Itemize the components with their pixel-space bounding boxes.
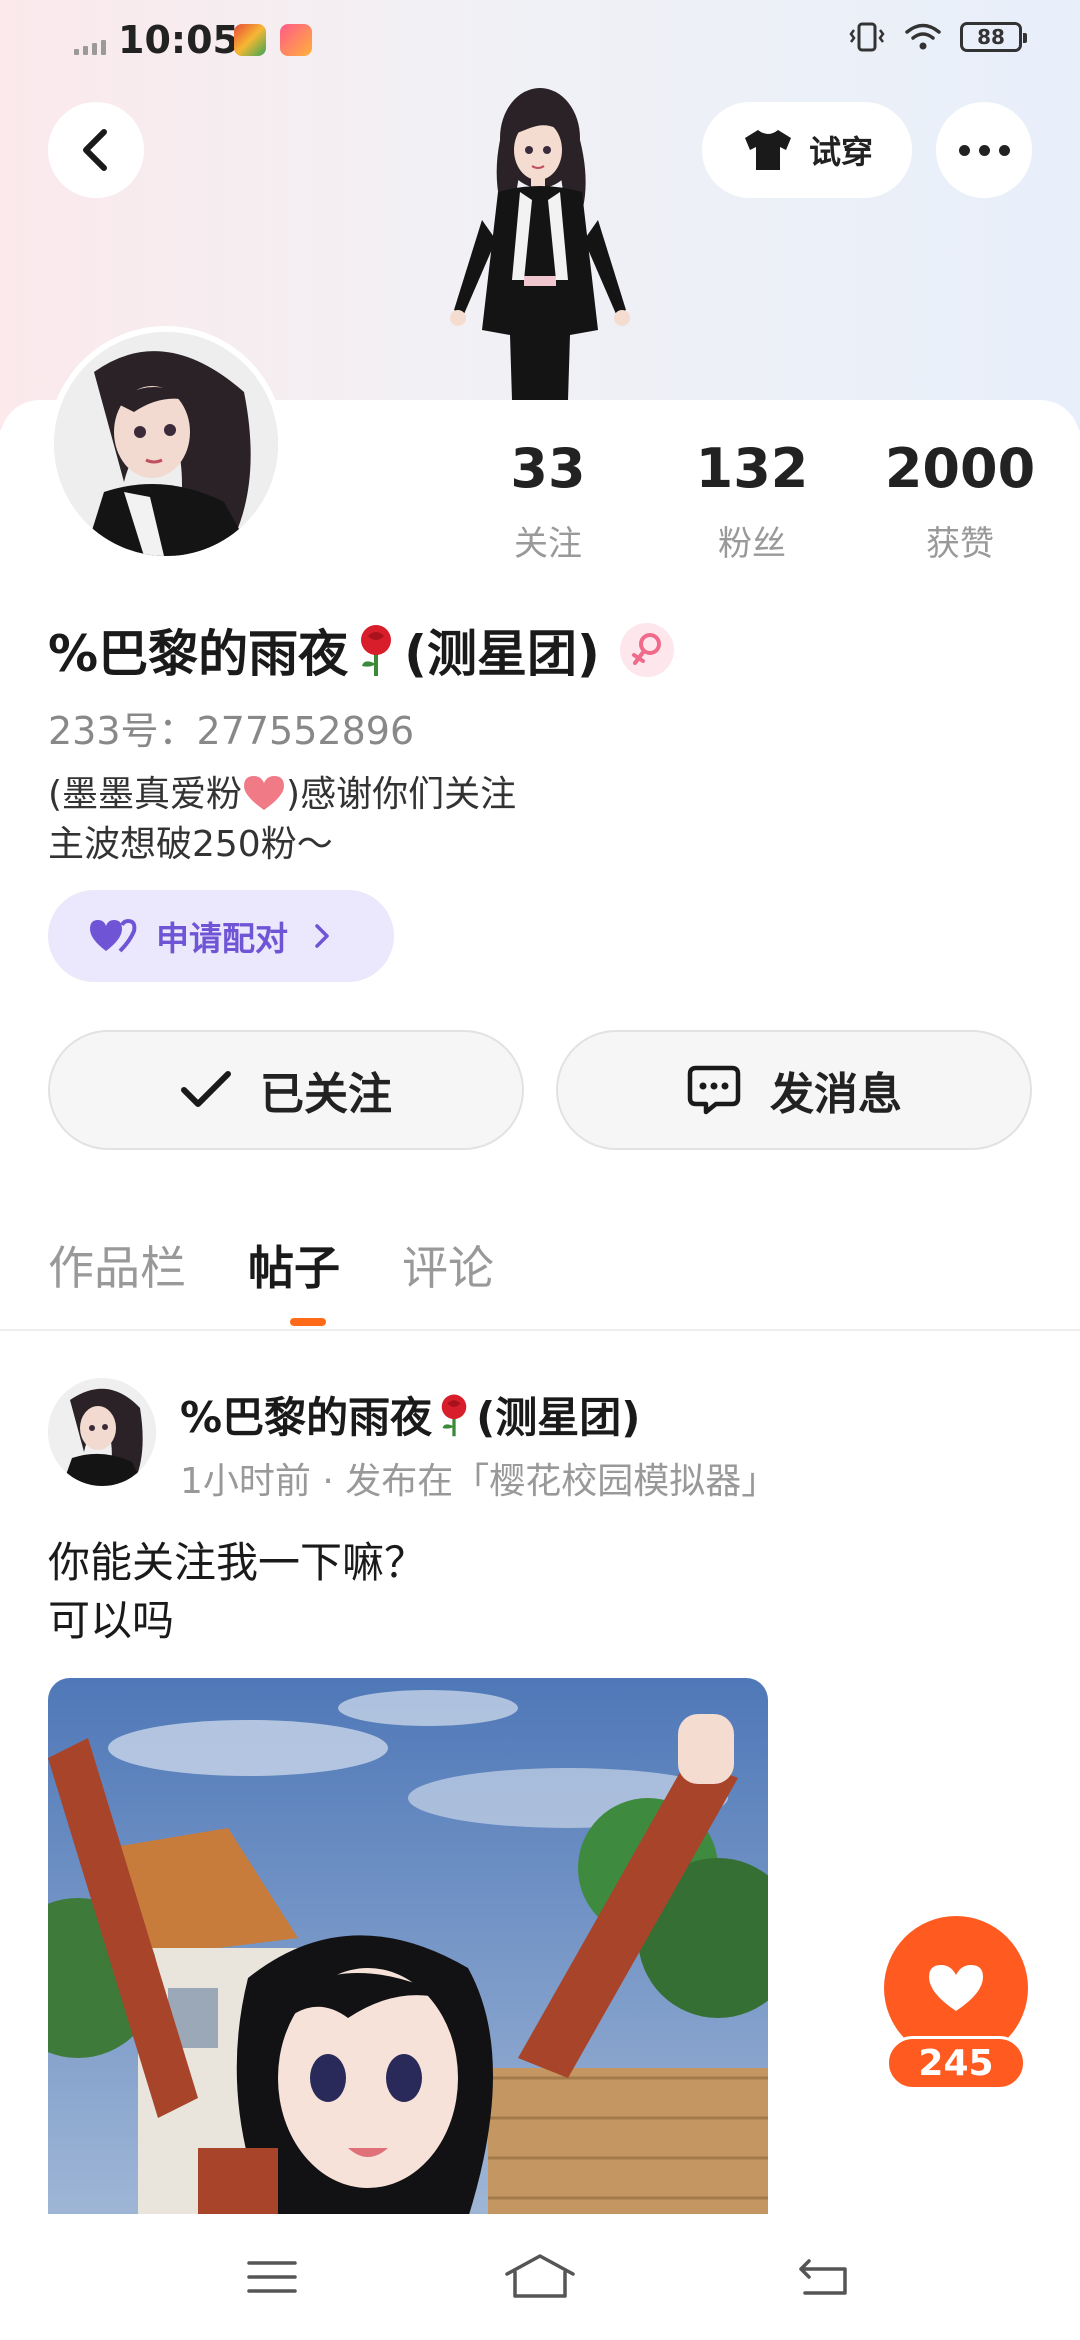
- followed-button[interactable]: 已关注: [48, 1030, 524, 1150]
- more-dots-icon: [958, 144, 1010, 156]
- wifi-icon: [905, 23, 941, 50]
- post-meta[interactable]: 1小时前 · 发布在「樱花校园模拟器」: [180, 1452, 777, 1504]
- user-id-label: 233号：: [48, 709, 197, 753]
- rose-emoji-icon: [441, 1394, 467, 1436]
- try-on-label: 试穿: [808, 133, 873, 171]
- user-id[interactable]: 233号：277552896: [48, 700, 414, 755]
- followed-label: 已关注: [260, 1069, 392, 1120]
- post-text-line-1: 你能关注我一下嘛？: [48, 1538, 427, 1587]
- followers-label: 粉丝: [718, 524, 786, 564]
- like-count: 245: [886, 2036, 1026, 2090]
- status-time: 10:05: [118, 18, 239, 62]
- following-stat[interactable]: 33 关注: [498, 442, 598, 565]
- more-button[interactable]: [936, 102, 1032, 198]
- bio-line-2: 主波想破250粉～: [48, 824, 333, 865]
- tab-posts[interactable]: 帖子: [248, 1232, 340, 1298]
- profile-tabs: 作品栏 帖子 评论: [48, 1232, 494, 1298]
- post-image-content: [48, 1678, 768, 2218]
- post-avatar-image: [48, 1378, 156, 1486]
- status-bar: 10:05 88: [0, 0, 1080, 84]
- signal-icon: [74, 40, 106, 55]
- send-message-label: 发消息: [770, 1069, 902, 1120]
- game-app-icon: [234, 24, 266, 56]
- following-label: 关注: [514, 524, 582, 564]
- tab-comments[interactable]: 评论: [402, 1232, 494, 1298]
- female-gender-icon: [619, 623, 674, 677]
- pair-request-label: 申请配对: [156, 919, 288, 958]
- heart-emoji-icon: [244, 776, 285, 810]
- character-model-image: [450, 88, 630, 400]
- profile-bio: (墨墨真爱粉 )感谢你们关注 主波想破250粉～: [48, 770, 516, 870]
- profile-name-suffix: (测星团): [404, 625, 600, 683]
- back-button[interactable]: [48, 102, 144, 198]
- followers-count: 132: [695, 437, 809, 500]
- bio-text-b: )感谢你们关注: [286, 774, 517, 815]
- tab-works[interactable]: 作品栏: [48, 1232, 186, 1298]
- likes-total-label: 获赞: [926, 524, 994, 564]
- chevron-right-icon: [315, 924, 329, 948]
- likes-total-count: 2000: [884, 437, 1036, 500]
- post-text-line-2: 可以吗: [48, 1596, 175, 1645]
- profile-avatar[interactable]: [48, 326, 284, 562]
- heart-icon: [929, 1965, 983, 2011]
- return-icon: [799, 2259, 847, 2295]
- likes-stat[interactable]: 2000 获赞: [880, 442, 1040, 565]
- checkmark-icon: [181, 1071, 231, 1107]
- menu-icon: [247, 2261, 297, 2293]
- following-count: 33: [510, 437, 586, 500]
- tshirt-icon: [744, 130, 791, 170]
- system-navigation-bar: [0, 2214, 1080, 2340]
- post-text[interactable]: 你能关注我一下嘛？ 可以吗: [48, 1534, 426, 1650]
- app-233-icon: [280, 24, 312, 56]
- post-author-suffix: (测星团): [476, 1393, 641, 1442]
- double-heart-icon: [90, 918, 137, 953]
- battery-icon: 88: [960, 22, 1027, 52]
- post-image[interactable]: [48, 1678, 768, 2218]
- back-nav-button[interactable]: [784, 2244, 864, 2310]
- bio-text-a: (墨墨真爱粉: [48, 774, 243, 815]
- post-author-name[interactable]: %巴黎的雨夜 (测星团): [180, 1384, 641, 1445]
- tabs-divider: [0, 1329, 1080, 1331]
- try-on-button[interactable]: 试穿: [702, 102, 912, 198]
- chat-bubble-icon: [687, 1065, 741, 1115]
- pair-request-button[interactable]: 申请配对: [48, 890, 394, 982]
- battery-level: 88: [977, 25, 1005, 49]
- chevron-left-icon: [83, 129, 107, 171]
- post-author-text: %巴黎的雨夜: [180, 1393, 433, 1442]
- rose-emoji-icon: [361, 625, 392, 676]
- post-author-avatar[interactable]: [48, 1378, 156, 1486]
- profile-name: %巴黎的雨夜 (测星团): [48, 614, 674, 686]
- send-message-button[interactable]: 发消息: [556, 1030, 1032, 1150]
- home-icon: [505, 2254, 575, 2298]
- user-id-value: 277552896: [196, 709, 415, 753]
- followers-stat[interactable]: 132 粉丝: [690, 442, 814, 565]
- active-tab-indicator: [290, 1318, 326, 1326]
- recent-apps-button[interactable]: [232, 2244, 312, 2310]
- avatar-image: [54, 332, 278, 556]
- vibrate-icon: [849, 22, 885, 52]
- profile-name-text: %巴黎的雨夜: [48, 625, 349, 683]
- home-button[interactable]: [500, 2244, 580, 2310]
